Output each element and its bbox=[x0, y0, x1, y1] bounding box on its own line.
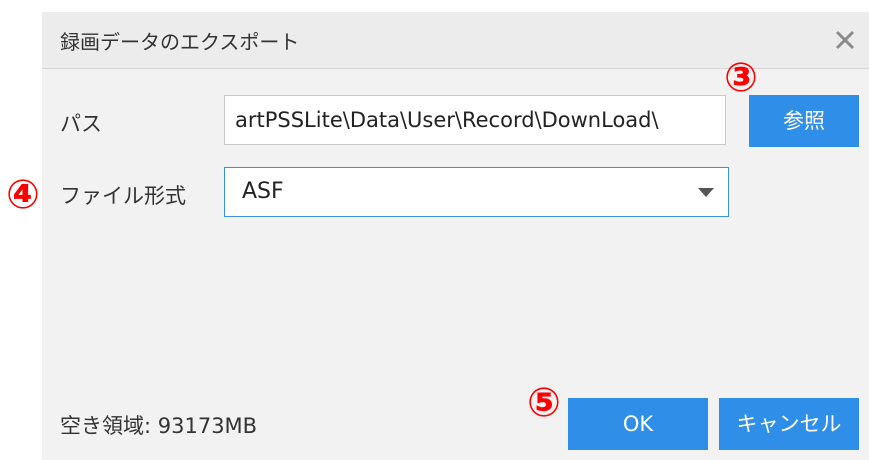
cancel-button[interactable]: キャンセル bbox=[719, 398, 859, 450]
ok-button[interactable]: OK bbox=[568, 398, 708, 450]
close-icon[interactable] bbox=[831, 26, 859, 54]
file-format-select[interactable]: ASF bbox=[224, 167, 729, 217]
annotation-marker-3: ③ bbox=[724, 55, 758, 101]
file-format-value: ASF bbox=[242, 179, 284, 204]
file-format-label: ファイル形式 bbox=[60, 184, 186, 208]
path-label: パス bbox=[60, 112, 102, 136]
annotation-marker-5: ⑤ bbox=[527, 380, 561, 426]
free-space-text: 空き領域: 93173MB bbox=[60, 414, 258, 438]
chevron-down-icon bbox=[698, 188, 714, 197]
dialog-title: 録画データのエクスポート bbox=[60, 30, 300, 54]
annotation-marker-4: ④ bbox=[6, 172, 40, 218]
path-input[interactable] bbox=[224, 95, 726, 145]
browse-button[interactable]: 参照 bbox=[749, 95, 859, 147]
